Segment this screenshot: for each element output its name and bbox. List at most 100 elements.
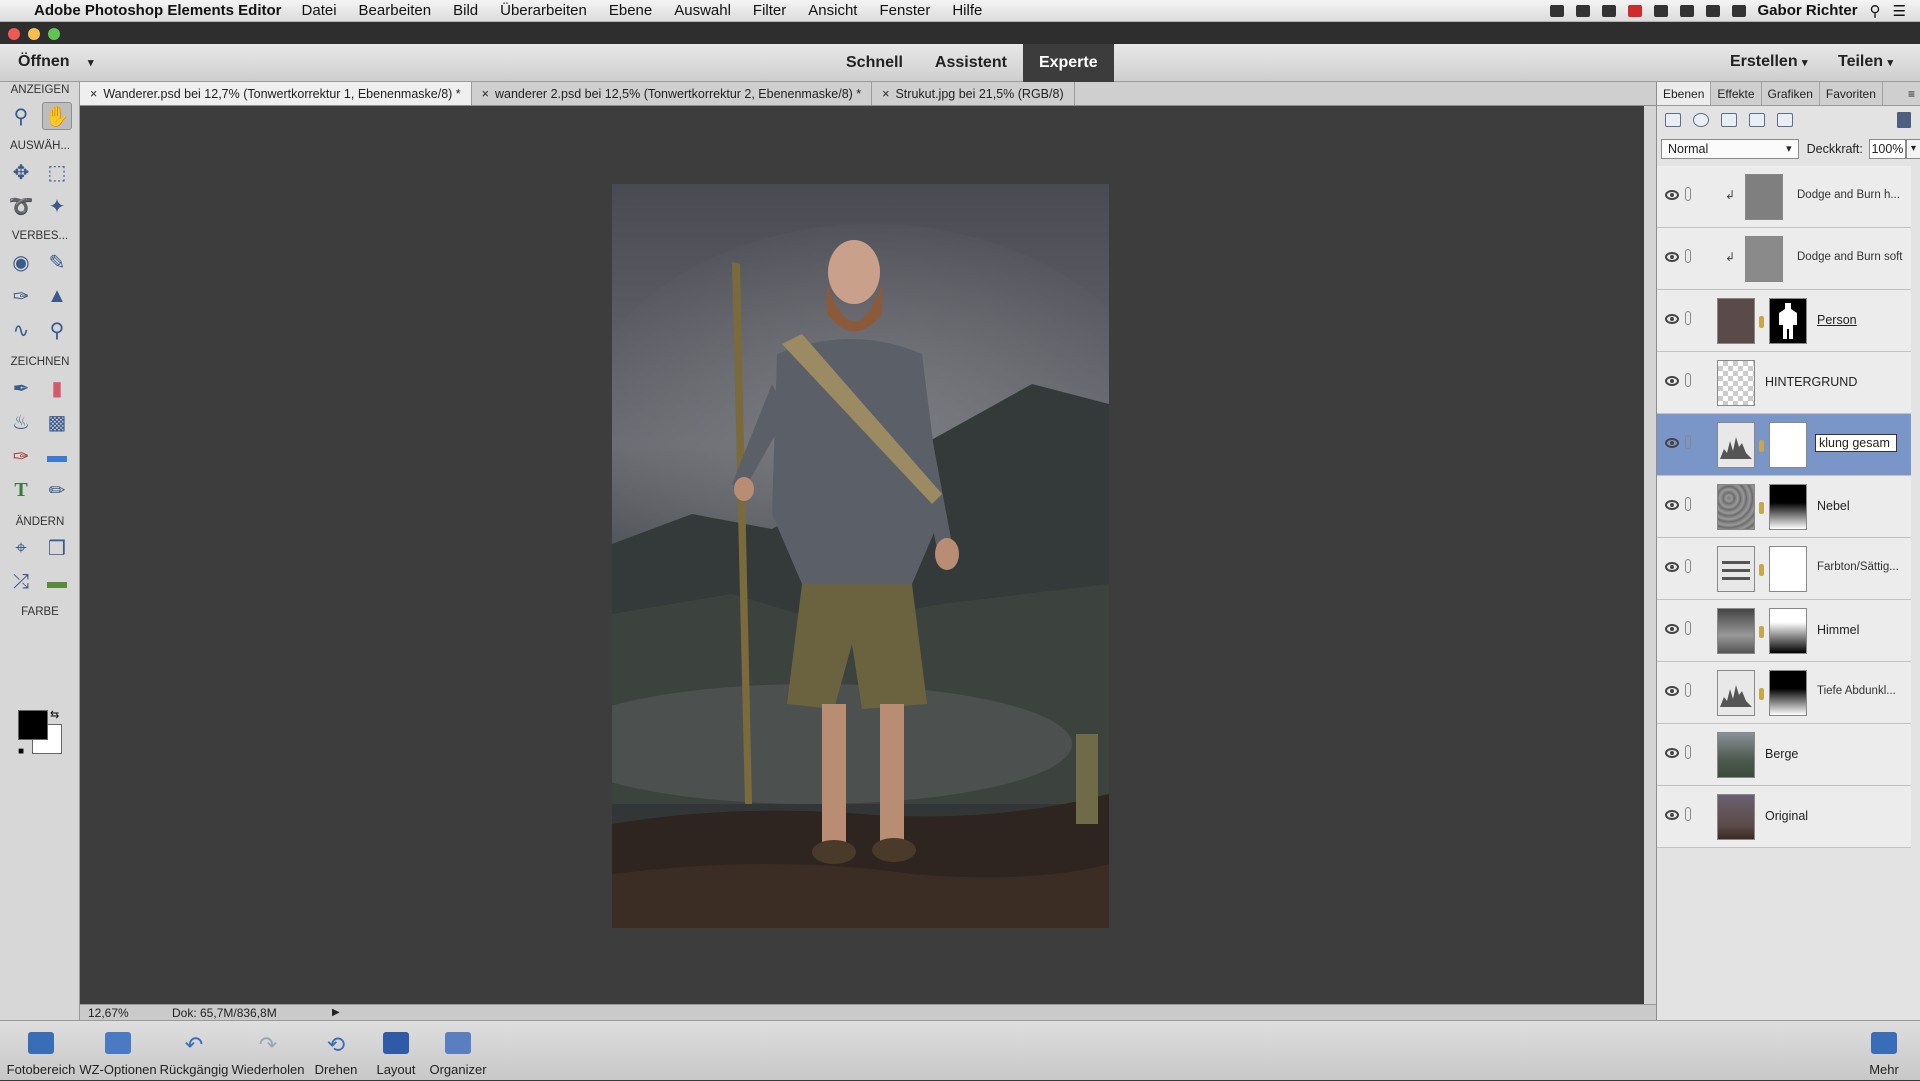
- layer-mask-icon[interactable]: [1721, 113, 1737, 127]
- zoom-window-button[interactable]: [48, 28, 60, 40]
- layer-berge[interactable]: Berge: [1657, 724, 1911, 786]
- lock-icon[interactable]: [1749, 113, 1765, 127]
- layer-farbton-saettigung[interactable]: Farbton/Sättig...: [1657, 538, 1911, 600]
- layer-tiefe-abdunklung[interactable]: Tiefe Abdunkl...: [1657, 662, 1911, 724]
- layer-mask-thumbnail[interactable]: [1769, 422, 1807, 468]
- crop-tool-icon[interactable]: ⌖: [6, 534, 36, 562]
- recompose-tool-icon[interactable]: ❒: [42, 534, 72, 562]
- menu-ansicht[interactable]: Ansicht: [808, 2, 857, 19]
- foreground-color-swatch[interactable]: [18, 710, 48, 740]
- status-icon[interactable]: [1549, 4, 1564, 17]
- mode-experte[interactable]: Experte: [1022, 44, 1114, 82]
- gradient-tool-icon[interactable]: ▩: [42, 408, 72, 436]
- layer-dodge-burn-soft[interactable]: ↲ Dodge and Burn soft: [1657, 228, 1911, 290]
- link-icon[interactable]: [1685, 807, 1691, 821]
- status-icon[interactable]: [1627, 4, 1642, 17]
- eye-icon[interactable]: [1665, 190, 1679, 200]
- open-button[interactable]: Öffnen ▾: [18, 53, 94, 71]
- close-icon[interactable]: ×: [882, 87, 889, 101]
- layer-mask-thumbnail[interactable]: [1769, 484, 1807, 530]
- tab-grafiken[interactable]: Grafiken: [1762, 82, 1820, 105]
- sponge-tool-icon[interactable]: ⚲: [42, 316, 72, 344]
- lasso-tool-icon[interactable]: ➰: [6, 192, 36, 220]
- opacity-field[interactable]: 100%: [1868, 139, 1907, 159]
- eye-icon[interactable]: [1665, 376, 1679, 386]
- straighten-tool-icon[interactable]: ▬: [42, 568, 72, 596]
- layer-name-input[interactable]: klung gesam: [1815, 434, 1897, 452]
- vertical-scrollbar[interactable]: [1644, 106, 1656, 1004]
- layer-klung-gesam[interactable]: klung gesam: [1657, 414, 1911, 476]
- link-icon[interactable]: [1685, 435, 1691, 449]
- move-tool-icon[interactable]: ✥: [6, 158, 36, 186]
- paint-bucket-tool-icon[interactable]: ♨: [6, 408, 36, 436]
- tab-favoriten[interactable]: Favoriten: [1820, 82, 1883, 105]
- rotate-button[interactable]: ⟲ Drehen: [306, 1021, 366, 1081]
- mode-assistent[interactable]: Assistent: [919, 44, 1023, 82]
- eye-icon[interactable]: [1665, 748, 1679, 758]
- default-colors-icon[interactable]: ■: [18, 746, 24, 757]
- healing-brush-tool-icon[interactable]: ✎: [42, 248, 72, 276]
- undo-button[interactable]: ↶ Rückgängig: [158, 1021, 230, 1081]
- content-aware-move-tool-icon[interactable]: ⤮: [6, 568, 36, 596]
- volume-icon[interactable]: [1731, 4, 1746, 17]
- menu-bearbeiten[interactable]: Bearbeiten: [359, 2, 432, 19]
- link-icon[interactable]: [1685, 683, 1691, 697]
- eye-icon[interactable]: [1665, 252, 1679, 262]
- link-icon[interactable]: [1685, 187, 1691, 201]
- status-icon[interactable]: [1653, 4, 1668, 17]
- doc-tab-wanderer[interactable]: × Wanderer.psd bei 12,7% (Tonwertkorrektu…: [80, 82, 472, 105]
- mask-link-icon[interactable]: [1759, 564, 1764, 576]
- create-button[interactable]: Erstellen ▾: [1730, 53, 1808, 71]
- layer-nebel[interactable]: Nebel: [1657, 476, 1911, 538]
- chevron-down-icon[interactable]: ▾: [1906, 139, 1920, 159]
- smart-brush-tool-icon[interactable]: ✑: [6, 282, 36, 310]
- link-icon[interactable]: [1685, 373, 1691, 387]
- pencil-tool-icon[interactable]: ✏: [42, 476, 72, 504]
- mask-link-icon[interactable]: [1759, 316, 1764, 328]
- document-image[interactable]: [612, 184, 1109, 928]
- mask-link-icon[interactable]: [1759, 626, 1764, 638]
- organizer-button[interactable]: Organizer: [426, 1021, 490, 1081]
- panel-menu-icon[interactable]: ≡: [1908, 82, 1920, 105]
- mask-link-icon[interactable]: [1759, 502, 1764, 514]
- tab-ebenen[interactable]: Ebenen: [1657, 82, 1712, 105]
- new-layer-icon[interactable]: [1665, 113, 1681, 127]
- app-menu[interactable]: Adobe Photoshop Elements Editor: [34, 2, 282, 19]
- link-icon[interactable]: [1685, 559, 1691, 573]
- layer-mask-thumbnail[interactable]: [1769, 546, 1807, 592]
- chevron-right-icon[interactable]: ▶: [332, 1007, 340, 1018]
- layer-dodge-burn-h[interactable]: ↲ Dodge and Burn h...: [1657, 166, 1911, 228]
- menu-filter[interactable]: Filter: [753, 2, 786, 19]
- layer-mask-thumbnail[interactable]: [1769, 608, 1807, 654]
- mask-link-icon[interactable]: [1759, 440, 1764, 452]
- eye-icon[interactable]: [1665, 624, 1679, 634]
- marquee-tool-icon[interactable]: ⬚: [42, 158, 72, 186]
- menu-bild[interactable]: Bild: [453, 2, 478, 19]
- layer-original[interactable]: Original: [1657, 786, 1911, 848]
- eraser-tool-icon[interactable]: ▮: [42, 374, 72, 402]
- shape-tool-icon[interactable]: ▬: [42, 442, 72, 470]
- adjustment-layer-icon[interactable]: [1693, 113, 1709, 127]
- menu-hilfe[interactable]: Hilfe: [952, 2, 982, 19]
- layer-mask-thumbnail[interactable]: [1769, 670, 1807, 716]
- eye-icon[interactable]: [1665, 686, 1679, 696]
- more-button[interactable]: Mehr: [1860, 1021, 1908, 1081]
- eye-icon[interactable]: [1665, 562, 1679, 572]
- menu-ebene[interactable]: Ebene: [609, 2, 652, 19]
- status-icon[interactable]: [1601, 4, 1616, 17]
- tool-options-button[interactable]: WZ-Optionen: [78, 1021, 158, 1081]
- user-name[interactable]: Gabor Richter: [1758, 2, 1858, 19]
- layer-hintergrund[interactable]: HINTERGRUND: [1657, 352, 1911, 414]
- blend-mode-select[interactable]: Normal: [1661, 139, 1799, 159]
- eyedropper-tool-icon[interactable]: ✑: [6, 442, 36, 470]
- magic-wand-tool-icon[interactable]: ✦: [42, 192, 72, 220]
- wifi-icon[interactable]: [1705, 4, 1720, 17]
- trash-icon[interactable]: [1897, 112, 1911, 128]
- menu-auswahl[interactable]: Auswahl: [674, 2, 731, 19]
- minimize-window-button[interactable]: [28, 28, 40, 40]
- search-icon[interactable]: ⚲: [1870, 2, 1881, 20]
- close-window-button[interactable]: [8, 28, 20, 40]
- menu-fenster[interactable]: Fenster: [879, 2, 930, 19]
- swap-colors-icon[interactable]: ⇆: [50, 708, 59, 721]
- menu-ueberarbeiten[interactable]: Überarbeiten: [500, 2, 587, 19]
